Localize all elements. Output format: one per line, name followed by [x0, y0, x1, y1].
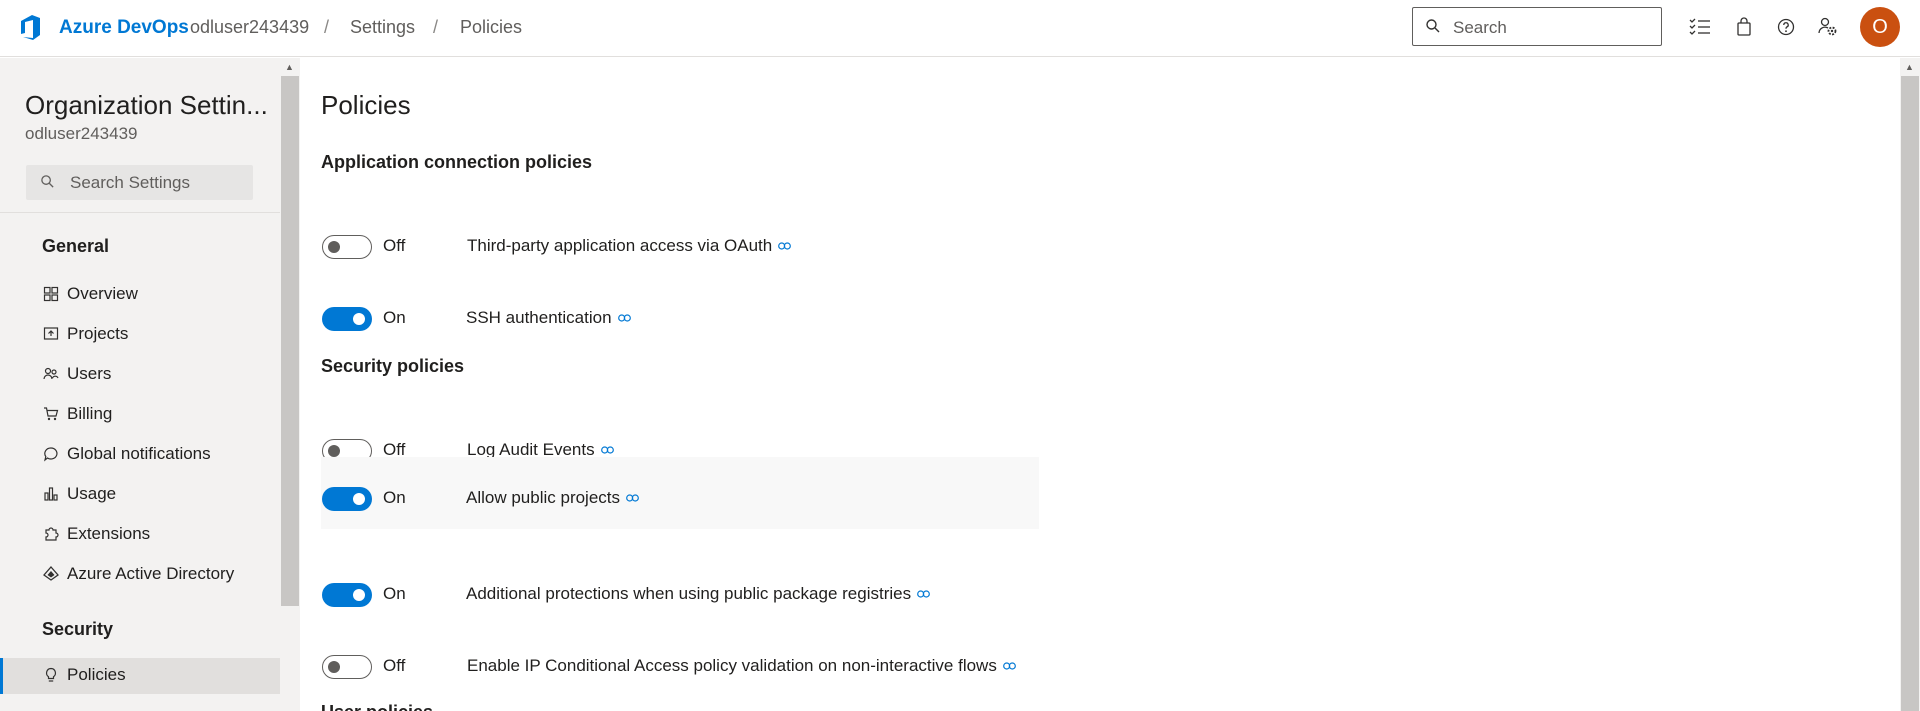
search-settings-box[interactable]: Search Settings	[26, 165, 253, 200]
breadcrumb-settings[interactable]: Settings	[350, 17, 415, 38]
sidebar-item-extensions[interactable]: Extensions	[0, 517, 280, 553]
scrollbar-thumb[interactable]	[1901, 76, 1919, 711]
cart-icon	[44, 407, 59, 421]
brand-link[interactable]: Azure DevOps	[59, 17, 189, 39]
policy-label: Additional protections when using public…	[466, 584, 912, 603]
azure-devops-logo-icon[interactable]	[16, 13, 44, 41]
search-box[interactable]: Search	[1412, 7, 1662, 46]
sidebar-item-global-notifications[interactable]: Global notifications	[0, 437, 280, 473]
sidebar-item-label: Policies	[67, 665, 126, 684]
task-list-icon[interactable]	[1687, 14, 1713, 40]
sidebar-item-overview[interactable]: Overview	[0, 277, 280, 313]
settings-sidebar: Organization Settin... odluser243439 Sea…	[0, 58, 280, 711]
policy-toggle[interactable]	[322, 307, 372, 331]
scrollbar-thumb[interactable]	[281, 76, 299, 606]
breadcrumb-policies[interactable]: Policies	[460, 17, 522, 38]
sidebar-item-azure-active-directory[interactable]: Azure Active Directory	[0, 557, 280, 593]
group-security-heading: Security	[42, 619, 114, 639]
link-icon[interactable]	[917, 590, 931, 598]
marketplace-bag-icon[interactable]	[1731, 14, 1757, 40]
policy-label: Enable IP Conditional Access policy vali…	[467, 656, 997, 675]
scroll-up-arrow-icon[interactable]: ▲	[1905, 62, 1914, 72]
main-content: Policies Application connection policies…	[300, 58, 1900, 711]
sidebar-item-users[interactable]: Users	[0, 357, 280, 393]
toggle-state-label: On	[383, 308, 406, 327]
user-settings-icon[interactable]	[1815, 14, 1841, 40]
link-icon[interactable]	[600, 446, 614, 454]
top-bar: Azure DevOps odluser243439 / Settings / …	[0, 0, 1920, 57]
aad-icon	[43, 566, 59, 581]
sidebar-item-label: Users	[67, 364, 112, 383]
breadcrumb-separator: /	[433, 17, 439, 37]
puzzle-icon	[45, 527, 59, 541]
link-icon[interactable]	[1002, 662, 1016, 670]
sidebar-item-label: Global notifications	[67, 444, 211, 463]
breadcrumb-separator: /	[324, 17, 330, 37]
policy-toggle[interactable]	[322, 235, 372, 259]
usage-icon	[44, 487, 58, 501]
policy-row-oauth: Off Third-party application access via O…	[321, 211, 1039, 281]
toggle-state-label: On	[383, 584, 406, 603]
sidebar-item-billing[interactable]: Billing	[0, 397, 280, 433]
overview-icon	[43, 286, 59, 302]
section-title-application-connection: Application connection policies	[321, 152, 593, 172]
search-icon	[41, 175, 54, 188]
toggle-state-label: Off	[383, 236, 406, 255]
link-icon[interactable]	[626, 494, 639, 502]
toggle-state-label: On	[383, 488, 406, 507]
sidebar-item-policies[interactable]: Policies	[0, 658, 280, 694]
breadcrumb-organization[interactable]: odluser243439	[190, 17, 309, 38]
page-title: Policies	[321, 90, 411, 120]
sidebar-item-label: Usage	[67, 484, 117, 503]
sidebar-subtitle: odluser243439	[25, 124, 138, 143]
section-title-user-policies: User policies	[321, 702, 433, 711]
link-icon[interactable]	[617, 314, 631, 322]
policy-toggle[interactable]	[322, 487, 372, 511]
main-scrollbar[interactable]: ▲	[1900, 58, 1920, 711]
sidebar-item-label: Azure Active Directory	[67, 564, 235, 583]
projects-icon	[43, 327, 59, 340]
scroll-up-arrow-icon[interactable]: ▲	[285, 62, 294, 72]
section-title-security: Security policies	[321, 356, 465, 376]
link-icon[interactable]	[778, 242, 792, 250]
sidebar-item-usage[interactable]: Usage	[0, 477, 280, 513]
sidebar-scrollbar[interactable]: ▲	[280, 58, 300, 711]
policy-label: Third-party application access via OAuth	[467, 236, 773, 255]
sidebar-item-label: Billing	[67, 404, 113, 423]
selected-indicator	[0, 658, 3, 694]
policy-row-package-registries: On Additional protections when using pub…	[321, 559, 1039, 629]
lightbulb-icon	[45, 667, 57, 682]
sidebar-item-label: Overview	[67, 284, 138, 303]
search-input[interactable]: Search	[1453, 18, 1507, 38]
policy-label: SSH authentication	[466, 308, 612, 327]
policy-row-ip-conditional-access: Off Enable IP Conditional Access policy …	[321, 631, 1039, 701]
users-icon	[43, 367, 59, 380]
policy-label: Allow public projects	[466, 488, 621, 507]
chat-icon	[44, 447, 58, 462]
policy-row-public-projects: On Allow public projects	[321, 457, 1039, 529]
policy-toggle[interactable]	[322, 583, 372, 607]
sidebar-item-label: Projects	[67, 324, 129, 343]
search-settings-input[interactable]: Search Settings	[70, 173, 190, 193]
avatar[interactable]: O	[1860, 7, 1900, 47]
help-icon[interactable]	[1773, 14, 1799, 40]
group-general-heading: General	[42, 236, 110, 256]
policy-row-ssh: On SSH authentication	[321, 283, 1039, 353]
sidebar-item-projects[interactable]: Projects	[0, 317, 280, 353]
sidebar-title: Organization Settin...	[25, 90, 268, 120]
policy-toggle[interactable]	[322, 655, 372, 679]
toggle-state-label: Off	[383, 656, 406, 675]
sidebar-item-label: Extensions	[67, 524, 151, 543]
search-icon	[1426, 19, 1440, 33]
sidebar-divider	[0, 212, 280, 213]
